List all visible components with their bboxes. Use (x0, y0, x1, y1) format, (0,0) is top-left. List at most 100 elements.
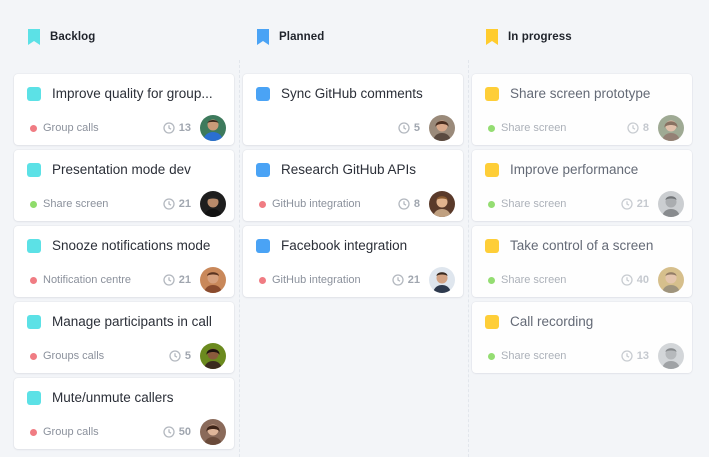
card-tag[interactable]: Group calls (30, 122, 99, 134)
status-square-icon (27, 238, 41, 253)
card-tag[interactable]: Notification centre (30, 274, 131, 286)
column-header[interactable]: In progress (486, 27, 572, 47)
assignee-avatar[interactable] (658, 191, 684, 217)
tag-label: GitHub integration (272, 274, 361, 286)
assignee-avatar[interactable] (200, 115, 226, 141)
count-value: 13 (636, 350, 649, 362)
time-estimate: 21 (163, 198, 191, 210)
status-square-icon (27, 314, 41, 329)
card-tag[interactable]: Group calls (30, 426, 99, 438)
assignee-avatar[interactable] (200, 191, 226, 217)
card-tag[interactable]: Share screen (488, 122, 566, 134)
task-card[interactable]: Presentation mode dev Share screen 21 (14, 150, 234, 221)
card-title: Improve quality for group... (52, 86, 213, 101)
count-value: 50 (178, 426, 191, 438)
task-card[interactable]: Mute/unmute callers Group calls 50 (14, 378, 234, 449)
card-tag[interactable]: Share screen (488, 198, 566, 210)
tag-dot-icon (488, 200, 495, 208)
task-card[interactable]: Share screen prototype Share screen 8 (472, 74, 692, 145)
time-estimate: 13 (621, 350, 649, 362)
task-card[interactable]: Improve performance Share screen 21 (472, 150, 692, 221)
tag-dot-icon (488, 124, 495, 132)
time-estimate: 21 (163, 274, 191, 286)
task-card[interactable]: Improve quality for group... Group calls… (14, 74, 234, 145)
count-value: 5 (184, 350, 191, 362)
assignee-avatar[interactable] (658, 343, 684, 369)
column-title: Backlog (50, 31, 96, 43)
tag-dot-icon (30, 276, 37, 284)
column-title: Planned (279, 31, 325, 43)
status-square-icon (256, 238, 270, 253)
card-title: Sync GitHub comments (281, 86, 423, 101)
column-divider (468, 60, 469, 457)
time-estimate: 8 (398, 198, 420, 210)
task-card[interactable]: Take control of a screen Share screen 40 (472, 226, 692, 297)
column-header[interactable]: Planned (257, 27, 324, 47)
task-card[interactable]: Research GitHub APIs GitHub integration … (243, 150, 463, 221)
count-value: 8 (642, 122, 649, 134)
tag-dot-icon (30, 200, 37, 208)
card-tag[interactable]: GitHub integration (259, 198, 361, 210)
tag-label: Share screen (501, 350, 567, 362)
kanban-board: Backlog Improve quality for group... Gro… (0, 0, 709, 457)
task-card[interactable]: Call recording Share screen 13 (472, 302, 692, 373)
clock-icon (163, 198, 175, 210)
status-square-icon (485, 162, 499, 177)
clock-icon (621, 198, 633, 210)
clock-icon (398, 122, 410, 134)
card-title: Presentation mode dev (52, 162, 191, 177)
task-card[interactable]: Snooze notifications mode Notification c… (14, 226, 234, 297)
column-title: In progress (508, 31, 572, 43)
tag-dot-icon (259, 200, 266, 208)
card-tag[interactable]: GitHub integration (259, 274, 361, 286)
card-tag[interactable]: Share screen (488, 350, 566, 362)
card-title: Improve performance (510, 162, 639, 177)
time-estimate: 8 (627, 122, 649, 134)
status-square-icon (27, 390, 41, 405)
time-estimate: 13 (163, 122, 191, 134)
status-square-icon (27, 86, 41, 101)
tag-label: Notification centre (43, 274, 132, 286)
assignee-avatar[interactable] (200, 343, 226, 369)
tag-label: Group calls (43, 426, 99, 438)
status-square-icon (27, 162, 41, 177)
status-square-icon (485, 86, 499, 101)
assignee-avatar[interactable] (200, 267, 226, 293)
clock-icon (392, 274, 404, 286)
card-title: Snooze notifications mode (52, 238, 211, 253)
bookmark-icon (28, 29, 40, 45)
count-value: 21 (178, 198, 191, 210)
assignee-avatar[interactable] (658, 115, 684, 141)
time-estimate: 21 (392, 274, 420, 286)
column-planned: Planned Sync GitHub comments 5 Research … (243, 0, 465, 457)
task-card[interactable]: Facebook integration GitHub integration … (243, 226, 463, 297)
count-value: 21 (407, 274, 420, 286)
clock-icon (163, 426, 175, 438)
task-card[interactable]: Sync GitHub comments 5 (243, 74, 463, 145)
card-tag[interactable]: Share screen (30, 198, 108, 210)
card-tag[interactable]: Groups calls (30, 350, 104, 362)
count-value: 13 (178, 122, 191, 134)
tag-dot-icon (259, 276, 266, 284)
bookmark-icon (257, 29, 269, 45)
clock-icon (398, 198, 410, 210)
card-tag[interactable]: Share screen (488, 274, 566, 286)
count-value: 5 (413, 122, 420, 134)
tag-label: Share screen (43, 198, 109, 210)
assignee-avatar[interactable] (429, 267, 455, 293)
assignee-avatar[interactable] (200, 419, 226, 445)
clock-icon (163, 122, 175, 134)
tag-dot-icon (30, 124, 37, 132)
tag-dot-icon (488, 276, 495, 284)
assignee-avatar[interactable] (658, 267, 684, 293)
task-card[interactable]: Manage participants in call Groups calls… (14, 302, 234, 373)
tag-label: Share screen (501, 198, 567, 210)
assignee-avatar[interactable] (429, 191, 455, 217)
column-header[interactable]: Backlog (28, 27, 95, 47)
bookmark-icon (486, 29, 498, 45)
tag-label: Share screen (501, 122, 567, 134)
clock-icon (627, 122, 639, 134)
time-estimate: 50 (163, 426, 191, 438)
assignee-avatar[interactable] (429, 115, 455, 141)
time-estimate: 5 (398, 122, 420, 134)
